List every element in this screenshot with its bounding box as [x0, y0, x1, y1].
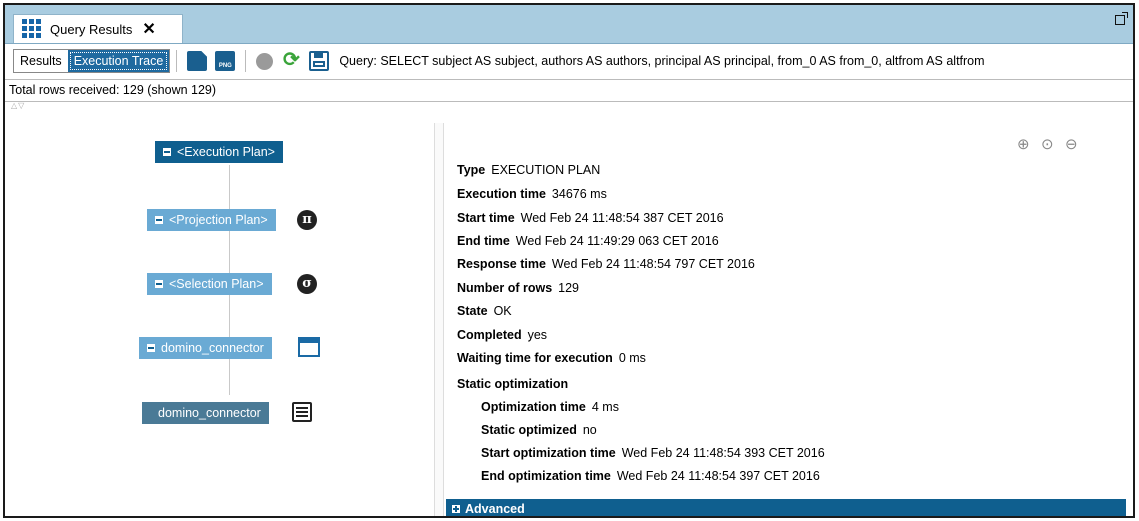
- property-key: Start optimization time: [481, 446, 616, 460]
- static-optimization-heading: Static optimization: [457, 377, 574, 391]
- tree-node-execution-plan[interactable]: <Execution Plan>: [155, 141, 283, 163]
- execution-trace-button[interactable]: Execution Trace: [67, 50, 170, 72]
- property-key: Waiting time for execution: [457, 351, 613, 365]
- property-key: Start time: [457, 211, 515, 225]
- property-key: Type: [457, 163, 486, 177]
- property-value: Wed Feb 24 11:49:29 063 CET 2016: [515, 234, 719, 248]
- tree-node-domino-connector-leaf[interactable]: domino_connector: [142, 402, 269, 424]
- node-label: <Selection Plan>: [169, 277, 264, 291]
- property-value: 4 ms: [591, 400, 619, 414]
- collapse-icon[interactable]: [155, 216, 163, 224]
- copy-icon[interactable]: [187, 51, 208, 71]
- property-row: State OK: [457, 304, 512, 318]
- details-panel: ⊕ ⊙ ⊖ Type EXECUTION PLAN Execution time 3…: [443, 123, 1133, 516]
- execution-tree: <Execution Plan> <Projection Plan> π <Se…: [5, 123, 433, 516]
- tree-node-domino-connector[interactable]: domino_connector: [139, 337, 272, 359]
- property-row: Start optimization time Wed Feb 24 11:48:…: [481, 446, 825, 460]
- property-key: Number of rows: [457, 281, 553, 295]
- stop-icon[interactable]: [256, 53, 274, 70]
- property-key: State: [457, 304, 488, 318]
- property-value: Wed Feb 24 11:48:54 397 CET 2016: [616, 469, 820, 483]
- selection-icon: σ: [297, 274, 317, 294]
- tab-bar: Query Results ✕: [5, 5, 1133, 44]
- property-row: Response time Wed Feb 24 11:48:54 797 CET…: [457, 257, 755, 271]
- property-value: EXECUTION PLAN: [491, 163, 601, 177]
- toolbar: Results Execution Trace PNG ⟳ Query: SEL…: [5, 44, 1133, 78]
- property-row: Optimization time 4 ms: [481, 400, 619, 414]
- zoom-out-icon[interactable]: ⊖: [1065, 135, 1078, 153]
- property-value: Wed Feb 24 11:48:54 393 CET 2016: [621, 446, 825, 460]
- property-row: End optimization time Wed Feb 24 11:48:54…: [481, 469, 820, 483]
- property-key: End optimization time: [481, 469, 611, 483]
- node-label: domino_connector: [161, 341, 264, 355]
- tree-node-selection-plan[interactable]: <Selection Plan>: [147, 273, 272, 295]
- toolbar-separator: [176, 50, 178, 72]
- window-icon: [298, 337, 320, 357]
- advanced-section-toggle[interactable]: Advanced: [446, 499, 1126, 516]
- property-key: Static optimized: [481, 423, 577, 437]
- collapse-icon[interactable]: [147, 344, 155, 352]
- property-key: End time: [457, 234, 510, 248]
- section-heading: Static optimization: [457, 377, 569, 391]
- node-label: <Projection Plan>: [169, 213, 268, 227]
- property-row: Waiting time for execution 0 ms: [457, 351, 646, 365]
- maximize-icon[interactable]: [1115, 12, 1128, 25]
- property-row: Type EXECUTION PLAN: [457, 163, 600, 177]
- property-row: Completed yes: [457, 328, 547, 342]
- toolbar-separator: [245, 50, 247, 72]
- save-icon[interactable]: [309, 51, 330, 71]
- collapse-icon[interactable]: [155, 280, 163, 288]
- collapse-icon[interactable]: [163, 148, 171, 156]
- property-value: no: [582, 423, 597, 437]
- property-value: 129: [558, 281, 580, 295]
- property-key: Optimization time: [481, 400, 586, 414]
- property-row: End time Wed Feb 24 11:49:29 063 CET 2016: [457, 234, 719, 248]
- view-toggle: Results Execution Trace: [13, 49, 171, 73]
- close-icon[interactable]: ✕: [142, 19, 155, 39]
- expand-icon: [452, 505, 460, 513]
- property-row: Number of rows 129: [457, 281, 579, 295]
- property-row: Start time Wed Feb 24 11:48:54 387 CET 20…: [457, 211, 724, 225]
- property-value: 34676 ms: [551, 187, 607, 201]
- rows-status: Total rows received: 129 (shown 129): [5, 79, 1133, 102]
- property-key: Execution time: [457, 187, 546, 201]
- property-key: Response time: [457, 257, 546, 271]
- node-label: <Execution Plan>: [177, 145, 275, 159]
- query-results-window: Query Results ✕ Results Execution Trace …: [3, 3, 1135, 518]
- property-value: 0 ms: [618, 351, 646, 365]
- tab-query-results[interactable]: Query Results ✕: [13, 14, 183, 43]
- property-value: OK: [493, 304, 512, 318]
- results-button[interactable]: Results: [14, 50, 68, 72]
- node-label: domino_connector: [158, 406, 261, 420]
- property-row: Static optimized no: [481, 423, 597, 437]
- grid-icon: [22, 19, 42, 39]
- property-value: Wed Feb 24 11:48:54 387 CET 2016: [520, 211, 724, 225]
- projection-icon: π: [297, 210, 317, 230]
- zoom-reset-icon[interactable]: ⊙: [1041, 135, 1054, 153]
- zoom-in-icon[interactable]: ⊕: [1017, 135, 1030, 153]
- property-value: Wed Feb 24 11:48:54 797 CET 2016: [551, 257, 755, 271]
- advanced-label: Advanced: [465, 502, 525, 516]
- collapse-arrows-icon[interactable]: △▽: [11, 101, 25, 110]
- tab-title: Query Results: [50, 21, 133, 37]
- export-png-icon[interactable]: PNG: [215, 51, 236, 71]
- query-text: Query: SELECT subject AS subject, author…: [339, 54, 985, 68]
- tree-node-projection-plan[interactable]: <Projection Plan>: [147, 209, 276, 231]
- refresh-icon[interactable]: ⟳: [281, 50, 301, 71]
- property-key: Completed: [457, 328, 522, 342]
- property-value: yes: [527, 328, 548, 342]
- form-icon: [292, 402, 312, 422]
- property-row: Execution time 34676 ms: [457, 187, 607, 201]
